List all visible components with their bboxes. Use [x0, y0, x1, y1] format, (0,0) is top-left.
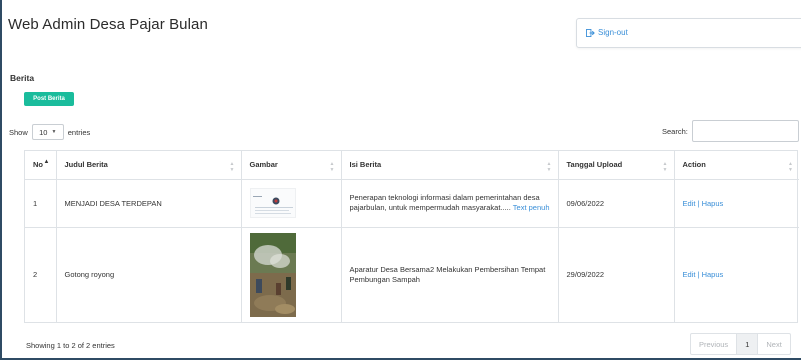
sort-icon: ▲ ▼: [329, 161, 335, 173]
post-berita-button[interactable]: Post Berita: [24, 92, 74, 106]
pagination: Previous 1 Next: [690, 333, 791, 355]
cell-action: Edit | Hapus: [674, 227, 799, 322]
col-header-judul[interactable]: Judul Berita ▲ ▼: [56, 151, 242, 180]
sort-icon: ▲ ▼: [546, 161, 552, 173]
table-row: 1 MENJADI DESA TERDEPAN Penerapan teknol…: [25, 179, 799, 228]
sort-icon: ▲ ▼: [662, 161, 668, 173]
cell-isi: Penerapan teknologi informasi dalam peme…: [341, 179, 559, 228]
table-row: 2 Gotong royong Aparatur Desa Bersama2 M…: [25, 227, 799, 322]
cell-isi: Aparatur Desa Bersama2 Melakukan Pembers…: [341, 227, 559, 322]
chevron-down-icon: ▼: [51, 129, 57, 135]
thumbnail-image-icon: [252, 196, 293, 214]
search-control: Search:: [662, 120, 799, 142]
cell-gambar: [241, 227, 342, 322]
edit-link[interactable]: Edit: [683, 199, 696, 208]
col-header-no[interactable]: No ▲: [25, 151, 57, 180]
news-thumbnail: [249, 188, 296, 218]
cell-judul: MENJADI DESA TERDEPAN: [56, 179, 242, 228]
signout-label: Sign-out: [598, 28, 628, 37]
entries-label: entries: [67, 127, 91, 137]
edit-link[interactable]: Edit: [683, 270, 696, 279]
page-length-select[interactable]: 10 ▼: [31, 124, 64, 140]
text-penuh-link[interactable]: Text penuh: [513, 203, 550, 212]
thumbnail-photo-icon: [249, 232, 296, 317]
col-header-isi[interactable]: Isi Berita ▲ ▼: [341, 151, 559, 180]
sign-out-icon: [586, 28, 595, 37]
page-length-value: 10: [39, 127, 48, 137]
search-input[interactable]: [691, 120, 799, 142]
signout-link[interactable]: Sign-out: [586, 28, 628, 37]
cell-tanggal: 09/06/2022: [558, 179, 675, 228]
page-length-control: Show 10 ▼ entries: [9, 124, 90, 140]
berita-table: No ▲ Judul Berita ▲ ▼ Gambar ▲ ▼ Isi Berita ▲ ▼…: [24, 150, 799, 323]
col-header-gambar[interactable]: Gambar ▲ ▼: [241, 151, 342, 180]
cell-no: 2: [25, 227, 57, 322]
hapus-link[interactable]: Hapus: [702, 199, 724, 208]
action-separator: |: [697, 270, 700, 280]
sort-icon: ▲ ▼: [788, 161, 793, 173]
search-label: Search:: [662, 126, 688, 136]
cell-action: Edit | Hapus: [674, 179, 799, 228]
show-label: Show: [9, 127, 28, 137]
hapus-link[interactable]: Hapus: [702, 270, 724, 279]
col-header-action[interactable]: Action ▲ ▼: [674, 151, 799, 180]
table-info: Showing 1 to 2 of 2 entries: [26, 341, 115, 350]
app-title: Web Admin Desa Pajar Bulan: [8, 16, 208, 33]
col-header-tanggal[interactable]: Tanggal Upload ▲ ▼: [558, 151, 675, 180]
table-header-row: No ▲ Judul Berita ▲ ▼ Gambar ▲ ▼ Isi Berita ▲ ▼…: [25, 151, 799, 180]
section-title: Berita: [10, 73, 35, 83]
cell-gambar: [241, 179, 342, 228]
signout-panel: Sign-out: [576, 18, 801, 48]
action-separator: |: [697, 198, 700, 208]
cell-tanggal: 29/09/2022: [558, 227, 675, 322]
cell-no: 1: [25, 179, 57, 228]
cell-judul: Gotong royong: [56, 227, 242, 322]
page-1-button[interactable]: 1: [737, 334, 759, 354]
next-button[interactable]: Next: [758, 334, 789, 354]
sort-asc-icon: ▲: [43, 159, 50, 165]
news-thumbnail: [249, 232, 296, 317]
previous-button[interactable]: Previous: [691, 334, 738, 354]
sort-icon: ▲ ▼: [229, 161, 235, 173]
